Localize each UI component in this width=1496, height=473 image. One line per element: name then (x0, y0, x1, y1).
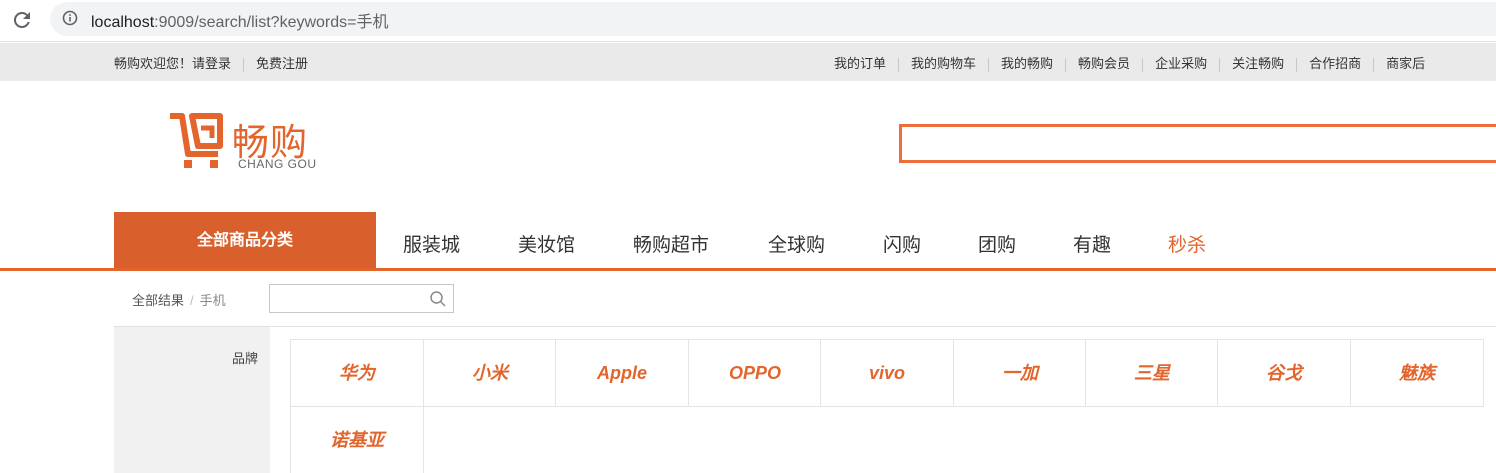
top-strip: 畅购欢迎您！请登录 免费注册 我的订单 我的购物车 我的畅购 畅购会员 企业采购 关注畅购 合… (0, 43, 1496, 81)
divider (898, 57, 900, 72)
brand-option-nokia[interactable]: 诺基亚 (290, 406, 424, 473)
brand-option-vivo[interactable]: vivo (820, 339, 954, 407)
enterprise-link[interactable]: 企业采购 (1155, 56, 1207, 71)
top-links: 我的订单 我的购物车 我的畅购 畅购会员 企业采购 关注畅购 合作招商 商家后 (834, 53, 1425, 72)
login-area: 畅购欢迎您！请登录 免费注册 (114, 53, 308, 72)
my-orders-link[interactable]: 我的订单 (834, 56, 886, 71)
brand-label-column: 品牌 (114, 327, 270, 473)
brand-option-meizu[interactable]: 魅族 (1350, 339, 1484, 407)
my-cart-link[interactable]: 我的购物车 (911, 56, 976, 71)
divider (1296, 57, 1298, 72)
nav-item-global[interactable]: 全球购 (768, 230, 825, 257)
nav-item-seckill[interactable]: 秒杀 (1168, 230, 1206, 257)
url-path: :9009/search/list?keywords=手机 (154, 14, 389, 31)
info-icon[interactable] (62, 10, 78, 26)
divider (243, 57, 245, 72)
search-icon[interactable] (429, 290, 447, 308)
brand-filter-panel: 品牌 华为 小米 Apple OPPO vivo 一加 三星 谷戈 魅族 诺基亚 (114, 326, 1496, 473)
nav-item-flash[interactable]: 闪购 (883, 230, 921, 257)
url-host: localhost (91, 14, 155, 31)
welcome-text: 畅购欢迎您！ (114, 56, 193, 71)
follow-link[interactable]: 关注畅购 (1232, 56, 1284, 71)
nav-item-fun[interactable]: 有趣 (1073, 230, 1111, 257)
main-nav: 全部商品分类 服装城 美妆馆 畅购超市 全球购 闪购 团购 有趣 秒杀 (0, 212, 1496, 271)
member-link[interactable]: 畅购会员 (1078, 56, 1130, 71)
logo-subtitle: CHANG GOU (238, 157, 317, 171)
divider (1065, 57, 1067, 72)
divider (1373, 57, 1375, 72)
breadcrumb-keyword: 手机 (199, 293, 226, 308)
divider (988, 57, 990, 72)
reload-icon[interactable] (10, 8, 34, 32)
brand-option-oneplus[interactable]: 一加 (953, 339, 1087, 407)
url-text[interactable]: localhost:9009/search/list?keywords=手机 (91, 8, 389, 32)
filter-search-input[interactable] (270, 285, 420, 312)
brand-option-oppo[interactable]: OPPO (688, 339, 822, 407)
breadcrumb: 全部结果 / 手机 (132, 290, 226, 309)
brand-option-google[interactable]: 谷戈 (1217, 339, 1351, 407)
nav-item-group[interactable]: 团购 (978, 230, 1016, 257)
merchant-link[interactable]: 商家后 (1386, 56, 1425, 71)
nav-item-clothing[interactable]: 服装城 (403, 230, 460, 257)
brand-option-xiaomi[interactable]: 小米 (423, 339, 557, 407)
nav-item-beauty[interactable]: 美妆馆 (518, 230, 575, 257)
register-link[interactable]: 免费注册 (256, 56, 308, 71)
brand-option-samsung[interactable]: 三星 (1085, 339, 1219, 407)
filter-search-box[interactable] (269, 284, 454, 313)
partnership-link[interactable]: 合作招商 (1309, 56, 1361, 71)
main-search-input[interactable] (899, 124, 1496, 163)
divider (1219, 57, 1221, 72)
breadcrumb-separator: / (190, 293, 194, 308)
browser-address-bar: localhost:9009/search/list?keywords=手机 (0, 0, 1496, 42)
all-categories-button[interactable]: 全部商品分类 (114, 212, 376, 268)
login-link[interactable]: 请登录 (192, 56, 231, 71)
my-changgou-link[interactable]: 我的畅购 (1001, 56, 1053, 71)
divider (1142, 57, 1144, 72)
brand-option-huawei[interactable]: 华为 (290, 339, 424, 407)
nav-item-supermarket[interactable]: 畅购超市 (633, 230, 709, 257)
brand-label: 品牌 (231, 351, 258, 366)
brand-option-apple[interactable]: Apple (555, 339, 689, 407)
breadcrumb-all-results[interactable]: 全部结果 (132, 293, 184, 308)
